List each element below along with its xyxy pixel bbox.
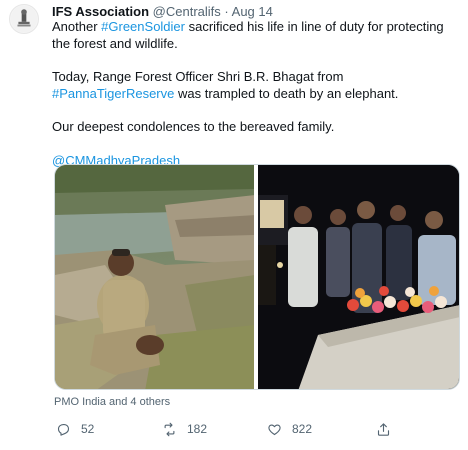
funeral-photo-image [258, 165, 459, 389]
retweet-button[interactable]: 182 [162, 419, 207, 439]
tweet-paragraph: Another #GreenSoldier sacrificed his lif… [52, 19, 462, 52]
officer-photo-image [55, 165, 254, 389]
tweet-paragraph: Today, Range Forest Officer Shri B.R. Bh… [52, 69, 462, 102]
reply-button[interactable]: 52 [56, 419, 94, 439]
retweet-count: 182 [187, 422, 208, 436]
retweet-icon [164, 422, 175, 436]
author-avatar[interactable] [9, 4, 39, 34]
tweet-text: Another #GreenSoldier sacrificed his lif… [52, 19, 462, 169]
tweet-date[interactable]: Aug 14 [232, 4, 273, 19]
text-segment: Today, Range Forest Officer Shri B.R. Bh… [52, 69, 344, 84]
reply-count: 52 [81, 422, 95, 436]
hashtag-link[interactable]: #GreenSoldier [101, 19, 185, 34]
heart-icon [268, 423, 281, 435]
like-count: 822 [292, 422, 313, 436]
author-name[interactable]: IFS Association [52, 4, 149, 19]
media-photo-officer[interactable] [55, 165, 254, 389]
share-button[interactable] [376, 419, 391, 439]
like-button[interactable]: 822 [267, 419, 312, 439]
tweet-paragraph: Our deepest condolences to the bereaved … [52, 119, 335, 134]
author-handle[interactable]: @Centralifs [153, 4, 221, 19]
emblem-icon [10, 5, 38, 33]
separator-dot: · [224, 4, 229, 19]
tweet-header: IFS Association @Centralifs · Aug 14 [52, 4, 273, 19]
reply-icon [57, 423, 70, 436]
text-segment: was trampled to death by an elephant. [174, 85, 399, 101]
tweet-actions: 52 182 822 [54, 419, 460, 439]
media-photo-funeral[interactable] [258, 165, 459, 389]
text-segment: Another [52, 19, 102, 34]
tweet: IFS Association @Centralifs · Aug 14 Ano… [0, 0, 468, 450]
share-icon [377, 422, 390, 436]
hashtag-link[interactable]: #PannaTigerReserve [52, 86, 174, 101]
media-grid [54, 164, 460, 390]
liked-by-text[interactable]: PMO India and 4 others [54, 396, 170, 409]
